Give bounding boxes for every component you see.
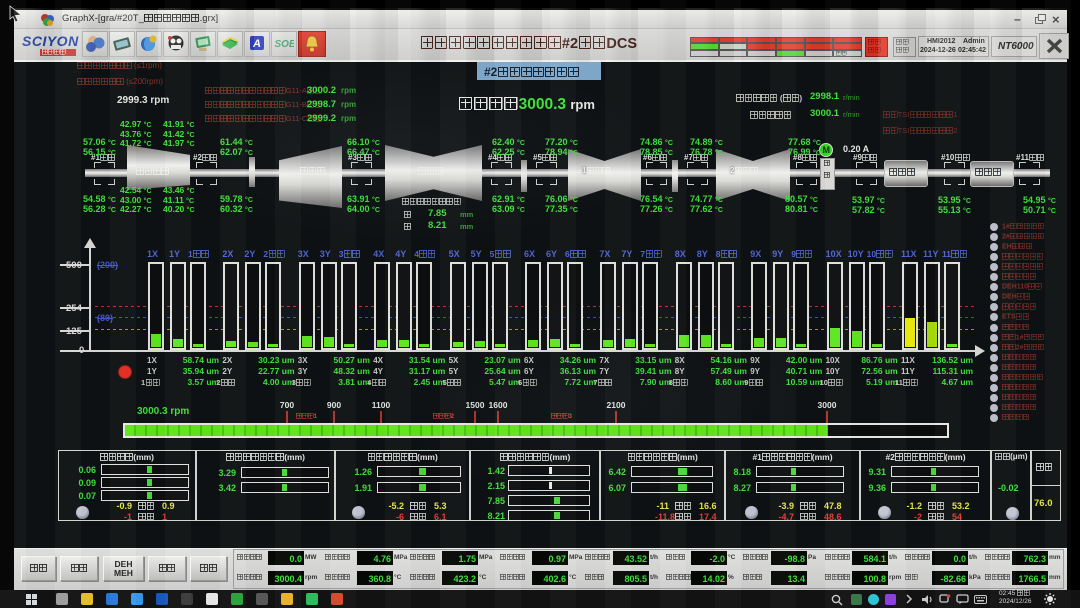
svg-text:A: A bbox=[252, 38, 261, 50]
svg-text:SOE: SOE bbox=[274, 39, 294, 50]
